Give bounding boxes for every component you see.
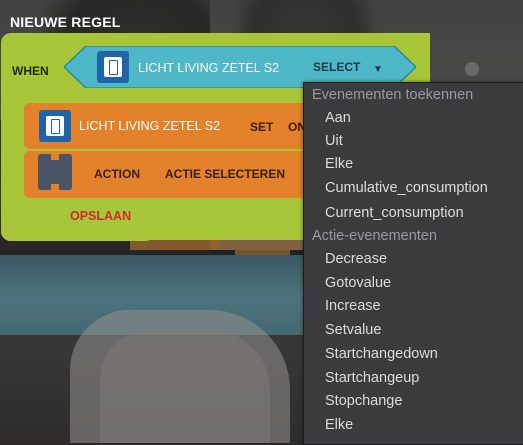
dropdown-item-startchangedown[interactable]: Startchangedown bbox=[325, 346, 438, 362]
trigger-select-dropdown[interactable]: SELECT bbox=[313, 60, 360, 74]
dropdown-item-increase[interactable]: Increase bbox=[325, 298, 381, 314]
dropdown-item-stopchange[interactable]: Stopchange bbox=[325, 393, 402, 409]
dropdown-section-header: Actie-evenementen bbox=[312, 228, 437, 244]
dropdown-item-aan[interactable]: Aan bbox=[325, 110, 351, 126]
empty-slot-icon[interactable] bbox=[38, 154, 72, 190]
dropdown-item-setvalue[interactable]: Setvalue bbox=[325, 322, 381, 338]
action-select-dropdown[interactable]: ACTIE SELECTEREN bbox=[165, 167, 285, 181]
dropdown-item-startchangeup[interactable]: Startchangeup bbox=[325, 370, 419, 386]
action-label: ACTION bbox=[94, 167, 140, 181]
dropdown-item-elke[interactable]: Elke bbox=[325, 417, 353, 433]
switch-device-icon bbox=[39, 110, 71, 142]
dropdown-item-cumulative-consumption[interactable]: Cumulative_consumption bbox=[325, 180, 488, 196]
switch-device-icon bbox=[97, 51, 129, 83]
dropdown-item-elke[interactable]: Elke bbox=[325, 156, 353, 172]
trigger-device-name: LICHT LIVING ZETEL S2 bbox=[138, 61, 280, 75]
dropdown-item-current-consumption[interactable]: Current_consumption bbox=[325, 205, 464, 221]
save-button[interactable]: OPSLAAN bbox=[70, 209, 131, 223]
action-set-label: SET bbox=[250, 120, 274, 134]
when-label: WHEN bbox=[12, 64, 49, 78]
page-title: NIEUWE REGEL bbox=[10, 14, 121, 30]
action-device-name: LICHT LIVING ZETEL S2 bbox=[79, 119, 221, 133]
dropdown-item-decrease[interactable]: Decrease bbox=[325, 251, 387, 267]
chevron-down-icon[interactable]: ▼ bbox=[373, 64, 383, 75]
dropdown-section-header: Evenementen toekennen bbox=[312, 87, 474, 103]
dropdown-item-gotovalue[interactable]: Gotovalue bbox=[325, 275, 391, 291]
dropdown-item-uit[interactable]: Uit bbox=[325, 133, 343, 149]
event-dropdown-menu[interactable]: Evenementen toekennen Aan Uit Elke Cumul… bbox=[303, 82, 523, 445]
